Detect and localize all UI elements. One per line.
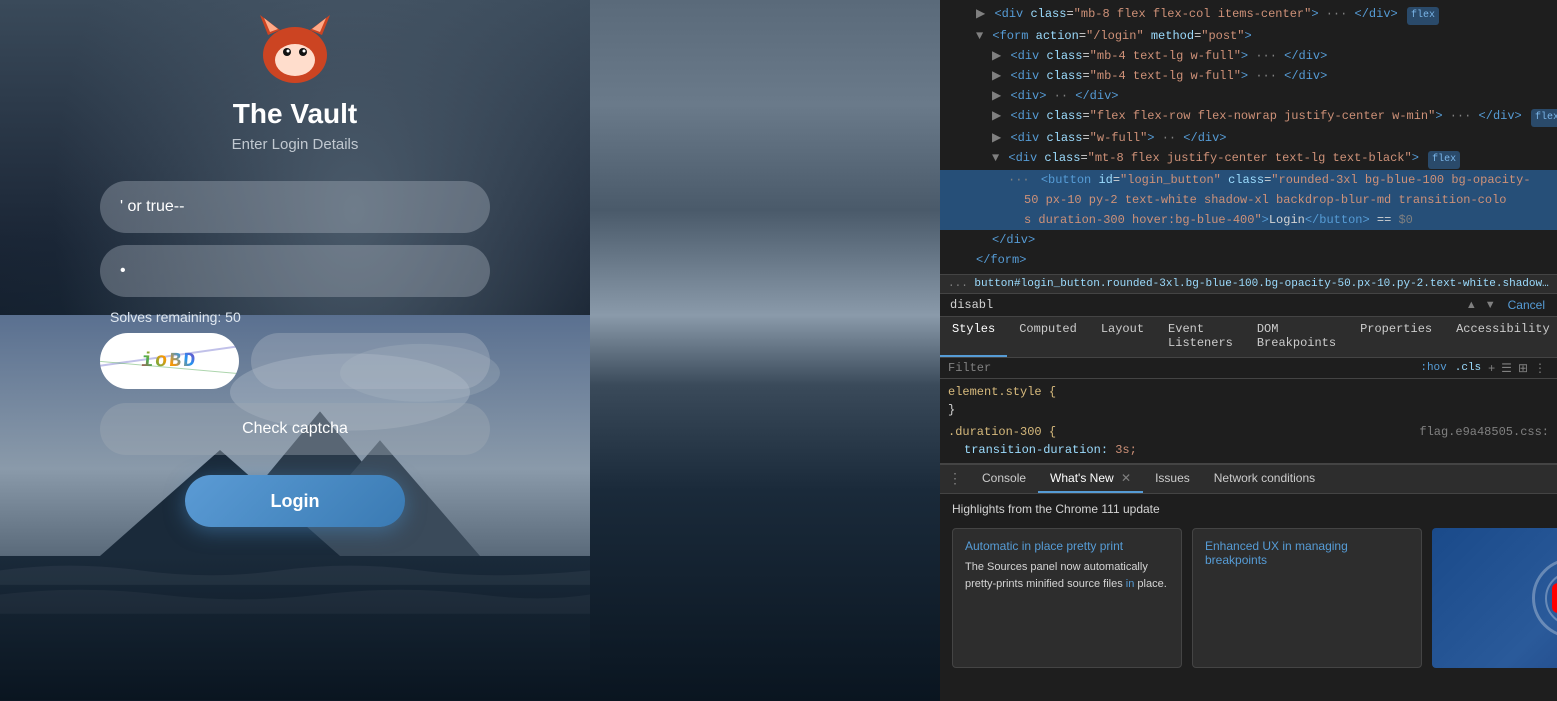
filter-down-btn[interactable]: ▼ <box>1481 297 1500 313</box>
check-captcha-button[interactable]: Check captcha <box>100 403 490 455</box>
html-line-5: ▶ <div> ·· </div> <box>940 86 1557 106</box>
html-line-6: ▶ <div class="flex flex-row flex-nowrap … <box>940 106 1557 128</box>
html-line-btn: ··· <button id="login_button" class="rou… <box>940 170 1557 190</box>
website-background <box>590 0 940 701</box>
tab-dom-breakpoints[interactable]: DOM Breakpoints <box>1245 317 1348 357</box>
dots-icon: ... <box>948 278 974 290</box>
html-line-8: ▼ <div class="mt-8 flex justify-center t… <box>940 148 1557 170</box>
css-element-style-close: } <box>948 401 1549 419</box>
html-line-7: ▶ <div class="w-full"> ·· </div> <box>940 128 1557 148</box>
more-options-btn[interactable]: ⋮ <box>1531 361 1549 375</box>
filter-label: Filter <box>948 361 1420 375</box>
news-card-1-title: Automatic in place pretty print <box>965 539 1169 553</box>
login-panel: The Vault Enter Login Details Solves rem… <box>0 0 590 701</box>
css-rules: element.style { } .duration-300 { flag.e… <box>940 379 1557 464</box>
fox-icon <box>250 10 340 90</box>
news-card-2: Enhanced UX in managing breakpoints <box>1192 528 1422 668</box>
bottom-tabs: ⋮ Console What's New ✕ Issues Network co… <box>940 464 1557 494</box>
filter-input[interactable] <box>944 296 1462 314</box>
devtools-panel: ▶ <div class="mb-8 flex flex-col items-c… <box>940 0 1557 701</box>
website-screenshot <box>590 0 940 701</box>
login-content: The Vault Enter Login Details Solves rem… <box>0 10 590 527</box>
html-line-3: ▶ <div class="mb-4 text-lg w-full"> ··· … <box>940 46 1557 66</box>
styles-tabs: Styles Computed Layout Event Listeners D… <box>940 317 1557 358</box>
filter-row: ▲ ▼ Cancel <box>940 294 1557 317</box>
filter-bar: Filter :hov .cls + ☰ ⊞ ⋮ <box>940 358 1557 379</box>
bottom-content: Highlights from the Chrome 111 update Au… <box>940 494 1557 701</box>
toggle-classes-btn[interactable]: ⊞ <box>1515 361 1531 375</box>
html-inspector: ▶ <div class="mb-8 flex flex-col items-c… <box>940 0 1557 275</box>
news-card-1-text: The Sources panel now automatically pret… <box>965 559 1169 592</box>
news-card-2-title: Enhanced UX in managing breakpoints <box>1205 539 1409 567</box>
tab-layout[interactable]: Layout <box>1089 317 1156 357</box>
username-input[interactable] <box>100 181 490 233</box>
tab-computed[interactable]: Computed <box>1007 317 1089 357</box>
tab-accessibility[interactable]: Accessibility <box>1444 317 1557 357</box>
tab-properties[interactable]: Properties <box>1348 317 1444 357</box>
tab-console[interactable]: Console <box>970 465 1038 493</box>
tab-event-listeners[interactable]: Event Listeners <box>1156 317 1245 357</box>
breadcrumb: ... button#login_button.rounded-3xl.bg-b… <box>940 275 1557 294</box>
filter-cls[interactable]: .cls <box>1455 362 1481 374</box>
add-style-btn[interactable]: + <box>1485 361 1498 375</box>
html-line-1: ▶ <div class="mb-8 flex flex-col items-c… <box>940 4 1557 26</box>
tab-network-conditions[interactable]: Network conditions <box>1202 465 1327 493</box>
css-duration-property: transition-duration: 3s; <box>948 441 1549 459</box>
filter-pseudo[interactable]: :hov <box>1420 362 1446 374</box>
html-line-4: ▶ <div class="mb-4 text-lg w-full"> ··· … <box>940 66 1557 86</box>
captcha-text: ioBD <box>140 350 198 373</box>
tab-whats-new[interactable]: What's New ✕ <box>1038 465 1143 493</box>
html-line-close-form: </form> <box>940 250 1557 270</box>
filter-section: ▲ ▼ Cancel <box>940 294 1557 317</box>
solves-remaining-label: Solves remaining: 50 <box>110 309 500 325</box>
news-card-1: Automatic in place pretty print The Sour… <box>952 528 1182 668</box>
more-tabs-icon[interactable]: ⋮ <box>940 471 970 488</box>
tab-issues[interactable]: Issues <box>1143 465 1202 493</box>
css-element-style-selector: element.style { <box>948 383 1549 401</box>
video-play-button[interactable] <box>1552 583 1557 613</box>
highlights-text: Highlights from the Chrome 111 update <box>940 494 1557 522</box>
password-input[interactable] <box>100 245 490 297</box>
app-subtitle: Enter Login Details <box>232 136 359 153</box>
filter-up-btn[interactable]: ▲ <box>1462 297 1481 313</box>
html-line-btn-cont: 50 px-10 py-2 text-white shadow-xl backd… <box>940 190 1557 210</box>
captcha-image: ioBD <box>100 333 239 389</box>
new-style-rule-btn[interactable]: ☰ <box>1498 361 1515 375</box>
css-duration-selector: .duration-300 { flag.e9a48505.css: <box>948 423 1549 441</box>
news-cards: Automatic in place pretty print The Sour… <box>940 522 1557 674</box>
captcha-row: ioBD <box>100 333 490 389</box>
cancel-button[interactable]: Cancel <box>1500 296 1553 314</box>
app-title: The Vault <box>233 98 357 130</box>
bottom-devtools: ⋮ Console What's New ✕ Issues Network co… <box>940 464 1557 701</box>
login-button[interactable]: Login <box>185 475 405 527</box>
news-video-thumbnail[interactable]: new <box>1432 528 1557 668</box>
html-line-form: ▼ <form action="/login" method="post"> <box>940 26 1557 46</box>
in-place-link[interactable]: in <box>1126 578 1135 590</box>
captcha-answer-input[interactable] <box>251 333 490 389</box>
tab-styles[interactable]: Styles <box>940 317 1007 357</box>
html-line-btn-end: s duration-300 hover:bg-blue-400">Login<… <box>940 210 1557 230</box>
html-line-close-div: </div> <box>940 230 1557 250</box>
close-whats-new-icon[interactable]: ✕ <box>1121 471 1131 485</box>
